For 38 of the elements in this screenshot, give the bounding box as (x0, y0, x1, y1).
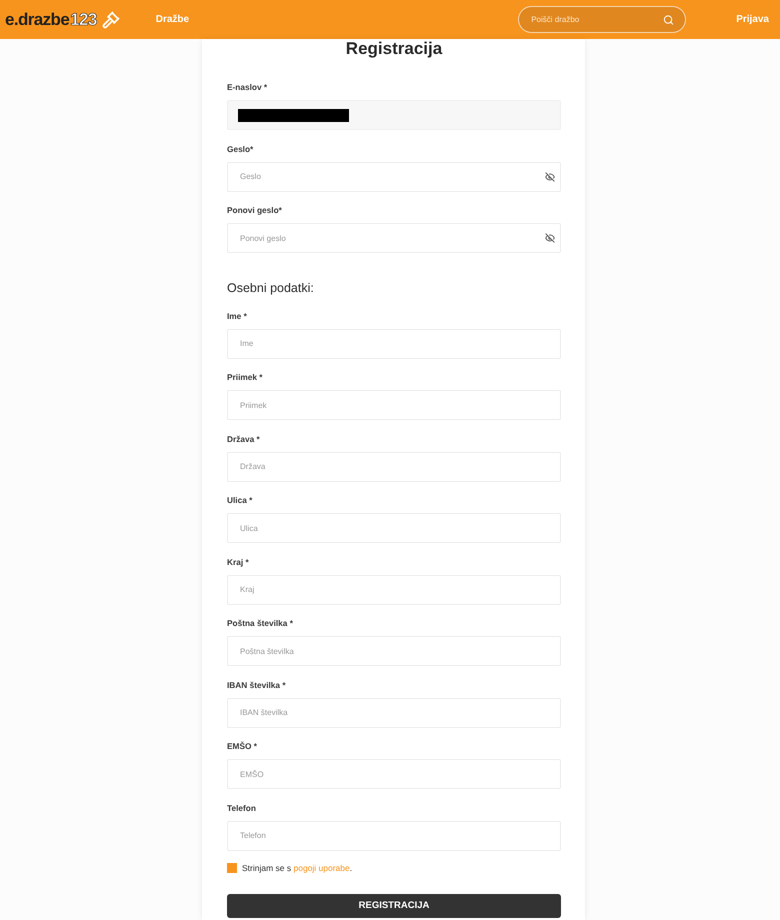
register-button[interactable]: REGISTRACIJA (227, 894, 561, 918)
field-label: IBAN številka * (227, 678, 286, 690)
text-field[interactable]: Telefon (227, 820, 561, 850)
field-label: Ulica * (227, 494, 252, 506)
text-field[interactable]: EMŠO (227, 759, 561, 789)
nav-link[interactable]: Dražbe (156, 14, 190, 25)
field-label: Ime * (227, 310, 247, 322)
text-field[interactable]: Poštna številka (227, 636, 561, 666)
field-label: Država * (227, 432, 260, 444)
field-label: Kraj * (227, 556, 249, 568)
field-label: Priimek * (227, 371, 263, 383)
text-field[interactable]: Ulica (227, 513, 561, 543)
text-field[interactable]: Država (227, 452, 561, 482)
terms-checkbox[interactable] (227, 862, 237, 872)
section-heading: Osebni podatki: (227, 280, 314, 297)
text-field[interactable]: IBAN številka (227, 698, 561, 728)
text-field[interactable]: Ime (227, 328, 561, 358)
email-field[interactable] (227, 100, 561, 130)
text-field[interactable]: Priimek (227, 390, 561, 420)
login-link[interactable]: Prijava (736, 14, 769, 25)
search-icon[interactable] (663, 14, 674, 25)
field-label: Poštna številka * (227, 617, 293, 629)
search-field[interactable]: Poišči dražbo (518, 6, 686, 33)
password-field[interactable]: Geslo (227, 162, 561, 192)
site-logo[interactable]: e.drazbe123 (5, 10, 97, 30)
terms-link[interactable]: pogoji uporabe (294, 862, 350, 872)
form-title: Registracija (346, 39, 442, 59)
field-label: Telefon (227, 802, 256, 814)
gavel-icon (102, 10, 120, 28)
eye-off-icon[interactable] (545, 233, 555, 243)
eye-off-icon[interactable] (545, 172, 555, 182)
text-field[interactable]: Kraj (227, 574, 561, 604)
field-label: EMŠO * (227, 740, 257, 752)
password-field[interactable]: Ponovi geslo (227, 223, 561, 253)
field-label: Ponovi geslo* (227, 204, 282, 216)
field-label: E-naslov * (227, 81, 268, 93)
terms-text: Strinjam se s pogoji uporabe. (242, 862, 352, 874)
field-label: Geslo* (227, 142, 254, 154)
